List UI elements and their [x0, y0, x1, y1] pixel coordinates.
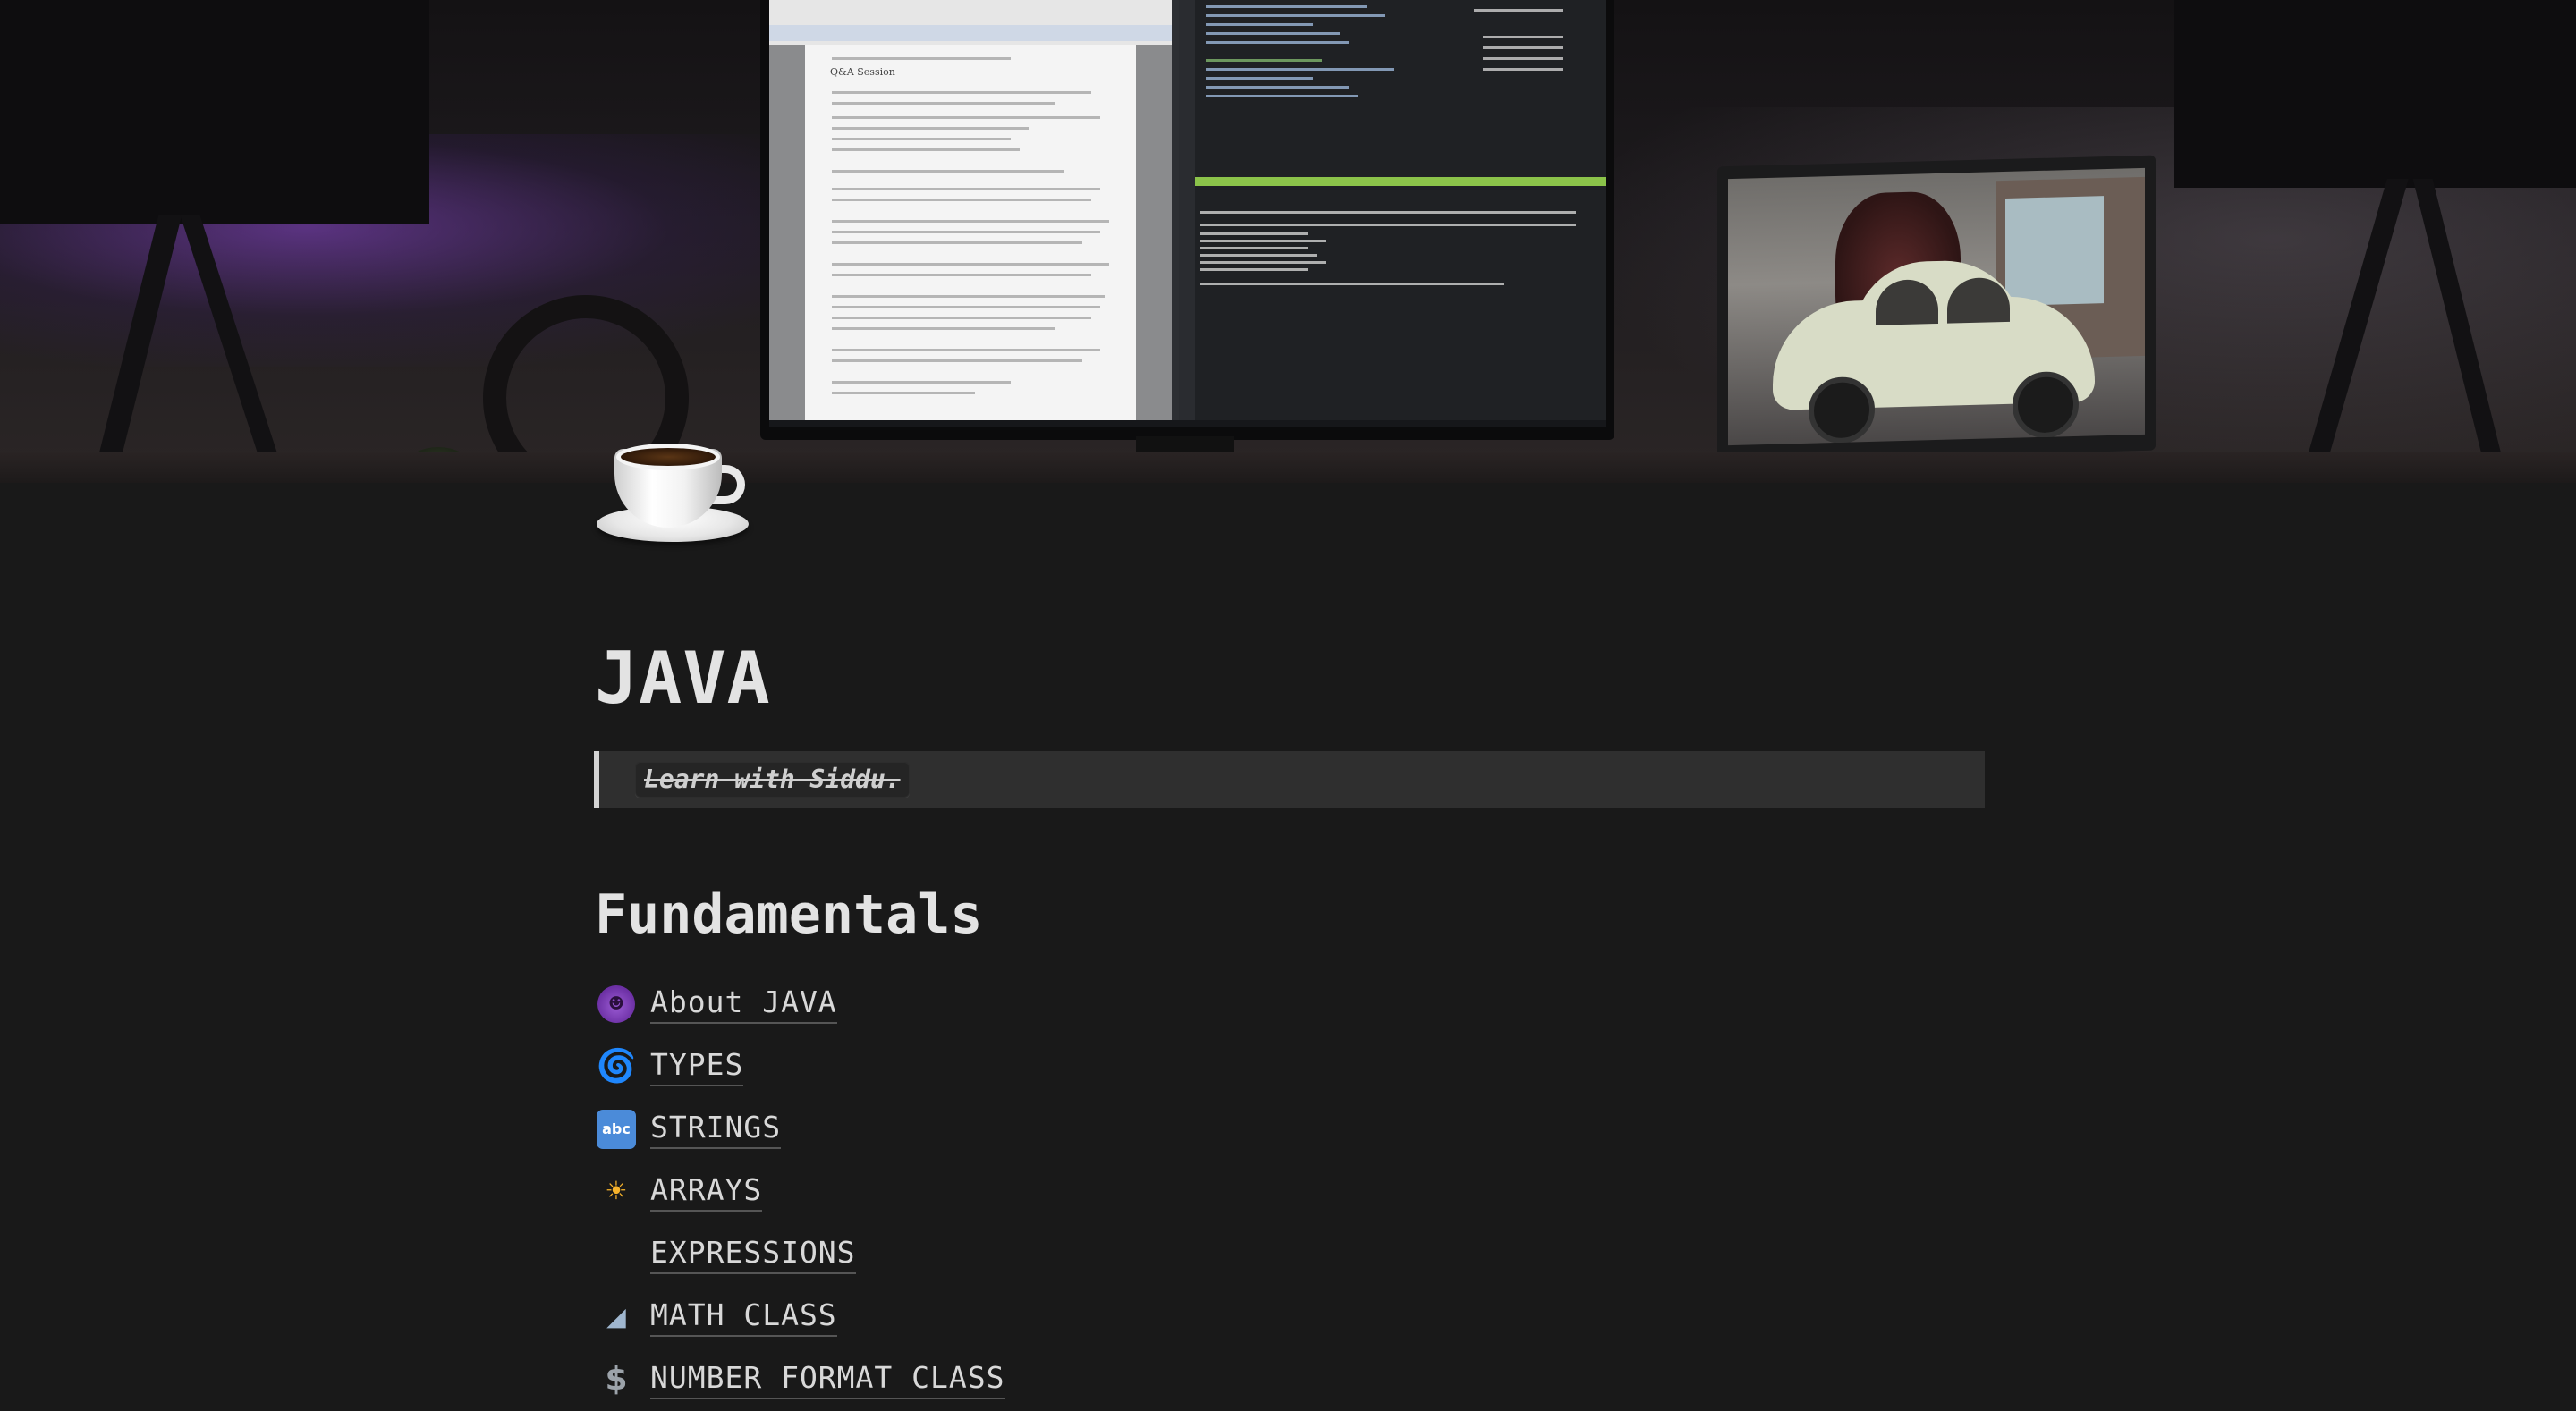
page-link-types[interactable]: 🌀 TYPES — [595, 1035, 1005, 1098]
cover-image[interactable]: Q&A Session — [0, 0, 2576, 483]
terminal-line — [1200, 268, 1308, 271]
car-wheel — [2012, 370, 2079, 439]
code-line — [1206, 5, 1367, 8]
project-tree-line — [1483, 57, 1563, 60]
pdf-text-line — [832, 327, 1055, 330]
monitor: Q&A Session — [760, 0, 1614, 440]
desk-surface — [0, 452, 2576, 483]
page-link-label[interactable]: ARRAYS — [650, 1172, 763, 1212]
pdf-heading: Q&A Session — [830, 66, 895, 78]
coffee-surface — [616, 444, 720, 470]
pdf-text-line — [832, 188, 1100, 190]
left-lamp-shade — [0, 0, 429, 224]
cyclone-icon: 🌀 — [596, 1048, 637, 1085]
sun-icon: ☀ — [606, 1173, 626, 1210]
page-link-expressions[interactable]: EXPRESSIONS — [595, 1223, 1005, 1286]
code-line — [1206, 14, 1385, 17]
pdf-text-line — [832, 231, 1100, 233]
building-window — [2005, 196, 2104, 306]
car-wheel — [1809, 376, 1875, 444]
code-line — [1206, 77, 1313, 80]
project-tree-line — [1474, 9, 1563, 12]
pdf-text-line — [832, 392, 975, 394]
editor-status-bar — [1195, 177, 1606, 186]
laptop-screen — [1728, 167, 2145, 446]
page-link-math-class[interactable]: ◢ MATH CLASS — [595, 1286, 1005, 1348]
editor-sidebar — [1179, 0, 1195, 427]
coffee-cup-icon[interactable] — [595, 429, 756, 545]
os-taskbar — [769, 420, 1606, 427]
pdf-text-line — [832, 359, 1082, 362]
terminal-line — [1200, 240, 1326, 242]
terminal-line — [1200, 224, 1576, 226]
terminal-line — [1200, 261, 1326, 264]
abc-icon: abc — [597, 1110, 636, 1149]
page-link-list: ☻ About JAVA 🌀 TYPES abc STRINGS ☀ ARRAY… — [595, 973, 1005, 1411]
right-lamp-shade — [2174, 0, 2576, 188]
page-link-strings[interactable]: abc STRINGS — [595, 1098, 1005, 1161]
pdf-text-line — [832, 102, 1055, 105]
pdf-text-line — [832, 381, 1011, 384]
terminal-line — [1200, 254, 1317, 257]
dollar-icon: $ — [605, 1361, 628, 1398]
quote-block[interactable]: Learn with Siddu. — [594, 751, 1985, 808]
pdf-page: Q&A Session — [805, 45, 1136, 427]
terminal-line — [1200, 247, 1308, 249]
project-tree-line — [1483, 36, 1563, 38]
pdf-text-line — [832, 349, 1100, 351]
page-link-label[interactable]: NUMBER FORMAT CLASS — [650, 1360, 1005, 1399]
quote-text[interactable]: Learn with Siddu. — [635, 762, 910, 798]
page-link-arrays[interactable]: ☀ ARRAYS — [595, 1161, 1005, 1223]
pdf-text-line — [832, 220, 1109, 223]
pdf-text-line — [832, 91, 1091, 94]
pdf-text-line — [832, 148, 1020, 151]
equals-icon — [598, 1237, 634, 1272]
pdf-text-line — [832, 317, 1091, 319]
code-line — [1206, 95, 1358, 97]
pdf-notice-bar — [769, 25, 1172, 41]
laptop — [1717, 155, 2156, 462]
terminal-line — [1200, 232, 1308, 235]
pdf-text-line — [832, 306, 1100, 308]
project-tree-line — [1483, 68, 1563, 71]
triangular-ruler-icon: ◢ — [606, 1298, 626, 1335]
code-line — [1206, 32, 1340, 35]
smiling-devil-icon: ☻ — [597, 985, 635, 1023]
terminal-line — [1200, 283, 1504, 285]
monitor-screen: Q&A Session — [769, 0, 1606, 427]
pdf-text-line — [832, 241, 1082, 244]
code-line — [1206, 23, 1313, 26]
pdf-text-line — [832, 116, 1100, 119]
pdf-text-line — [832, 127, 1029, 130]
code-line — [1206, 41, 1349, 44]
pdf-text-line — [832, 199, 1091, 201]
code-comment — [1206, 59, 1322, 62]
code-editor — [1179, 0, 1606, 427]
code-line — [1206, 68, 1394, 71]
pdf-text-line — [832, 138, 1011, 140]
page-title[interactable]: JAVA — [595, 637, 771, 720]
pdf-text-line — [832, 295, 1105, 298]
page-link-label[interactable]: About JAVA — [650, 984, 837, 1024]
pdf-text-line — [832, 263, 1109, 266]
code-line — [1206, 86, 1349, 89]
page-link-about-java[interactable]: ☻ About JAVA — [595, 973, 1005, 1035]
page-link-label[interactable]: TYPES — [650, 1047, 744, 1086]
page-link-label[interactable]: STRINGS — [650, 1110, 782, 1149]
section-heading[interactable]: Fundamentals — [595, 883, 982, 946]
terminal-line — [1200, 211, 1576, 214]
project-tree-line — [1483, 46, 1563, 49]
page-link-label[interactable]: EXPRESSIONS — [650, 1235, 856, 1274]
pdf-text-line — [832, 274, 1091, 276]
pdf-text-line — [832, 57, 1011, 60]
page-link-number-format-class[interactable]: $ NUMBER FORMAT CLASS — [595, 1348, 1005, 1411]
page-link-label[interactable]: MATH CLASS — [650, 1297, 837, 1337]
pdf-text-line — [832, 170, 1064, 173]
